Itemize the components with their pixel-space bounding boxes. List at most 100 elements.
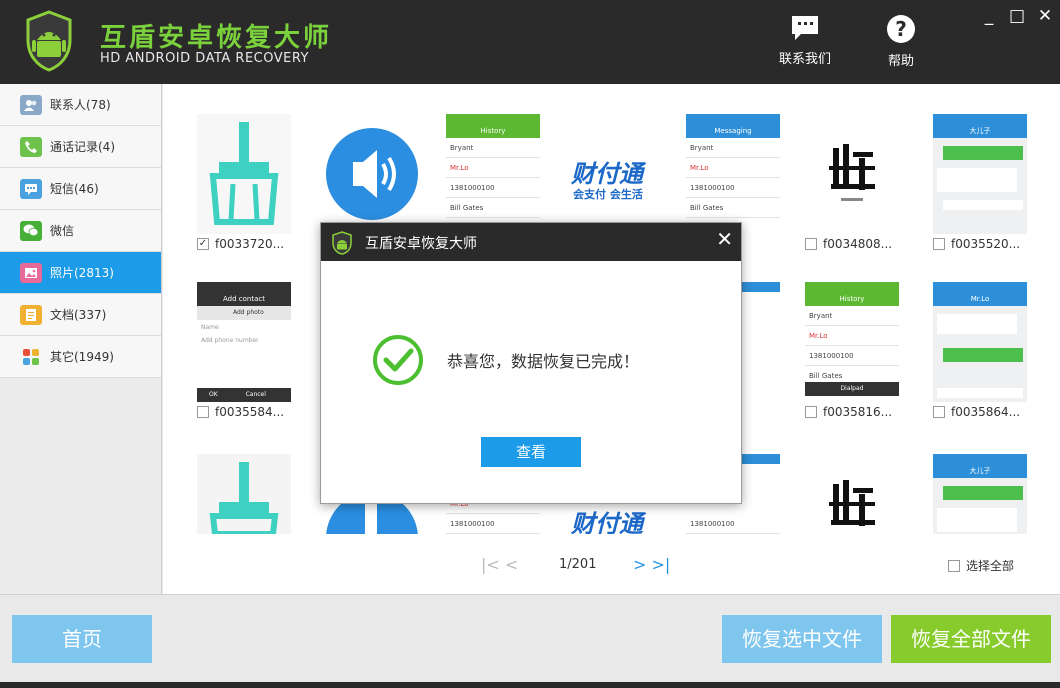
thumbnail-checkbox[interactable] xyxy=(805,238,817,250)
thumbnail-item[interactable]: Messaging Bryant Mr.Lo 1381000100 Bill G… xyxy=(686,114,806,234)
history-title: History xyxy=(446,124,540,138)
android-shield-logo-icon xyxy=(332,231,352,255)
history-title: History xyxy=(805,292,899,306)
contact-row: Mr.Lo xyxy=(805,326,899,346)
footer-bar: 首页 恢复选中文件 恢复全部文件 xyxy=(0,594,1060,688)
close-window-button[interactable]: ✕ xyxy=(1034,6,1056,26)
sidebar-item-documents[interactable]: 文档(337) xyxy=(0,294,161,336)
thumbnail-filename: f0035816... xyxy=(823,405,893,419)
thumbnail-item[interactable]: 财付通 会支付 会生活 xyxy=(565,114,685,234)
chat-screenshot: Mr.Lo xyxy=(933,282,1027,402)
brand-main-text: 财付通 xyxy=(571,510,643,534)
messaging-screenshot: Messaging Bryant Mr.Lo 1381000100 Bill G… xyxy=(686,114,780,234)
pagination: |< < 1/201 > >| 选择全部 xyxy=(163,555,1060,577)
calligraphy-logo-image xyxy=(805,114,899,234)
thumbnail-item[interactable]: Add contact Add photo Name Add phone num… xyxy=(197,282,317,419)
dialog-header: 互盾安卓恢复大师 ✕ xyxy=(321,223,741,261)
dialpad-label: Dialpad xyxy=(805,382,899,396)
app-header: 互盾安卓恢复大师 HD ANDROID DATA RECOVERY 联系我们 ?… xyxy=(0,0,1060,84)
bottom-strip xyxy=(0,682,1060,688)
thumbnail-checkbox[interactable]: ✓ xyxy=(197,238,209,250)
thumbnail-item[interactable] xyxy=(325,114,445,234)
thumbnail-filename: f0033720... xyxy=(215,237,285,251)
contact-row: Mr.Lo xyxy=(686,158,780,178)
next-page-button[interactable]: > >| xyxy=(633,555,670,574)
prev-page-button[interactable]: |< < xyxy=(481,555,518,574)
select-all-toggle[interactable]: 选择全部 xyxy=(948,557,1014,574)
sidebar-item-wechat[interactable]: 微信 xyxy=(0,210,161,252)
contact-row: Bryant xyxy=(446,138,540,158)
sidebar-item-label: 文档(337) xyxy=(50,308,107,322)
minimize-button[interactable]: _ xyxy=(978,6,1000,26)
dialog-message: 恭喜您，数据恢复已完成！ xyxy=(447,352,640,371)
home-button[interactable]: 首页 xyxy=(12,615,152,663)
page-indicator: 1/201 xyxy=(559,557,597,572)
select-all-label: 选择全部 xyxy=(966,559,1015,573)
thumbnail-item[interactable]: f0034808... xyxy=(805,114,925,251)
document-icon xyxy=(20,304,42,325)
recover-all-button[interactable]: 恢复全部文件 xyxy=(891,615,1051,663)
broom-image xyxy=(197,454,291,534)
thumbnail-item[interactable]: 大儿子 xyxy=(933,454,1053,534)
thumbnail-item[interactable]: History Bryant Mr.Lo 1381000100 Bill Gat… xyxy=(805,282,925,419)
sidebar-item-sms[interactable]: 短信(46) xyxy=(0,168,161,210)
sidebar-item-label: 微信 xyxy=(50,224,75,238)
sidebar-item-label: 其它(1949) xyxy=(50,350,114,364)
chat-title: 大儿子 xyxy=(933,124,1027,138)
thumbnail-checkbox[interactable] xyxy=(197,406,209,418)
sidebar-item-label: 照片(2813) xyxy=(50,266,114,280)
sidebar-item-call-log[interactable]: 通话记录(4) xyxy=(0,126,161,168)
thumbnail-item[interactable] xyxy=(805,454,925,534)
brand-sub-text: 会支付 会生活 xyxy=(573,188,643,201)
thumbnail-checkbox[interactable] xyxy=(933,406,945,418)
thumbnail-filename: f0035584... xyxy=(215,405,285,419)
sidebar-item-label: 通话记录(4) xyxy=(50,140,115,154)
maximize-button[interactable]: □ xyxy=(1006,6,1028,26)
wechat-icon xyxy=(20,220,42,241)
thumbnail-item[interactable]: History Bryant Mr.Lo 1381000100 Bill Gat… xyxy=(446,114,566,234)
chat-bubble-icon xyxy=(792,16,818,40)
contact-row: 1381000100 xyxy=(446,514,540,534)
thumbnail-item[interactable]: Mr.Lo f0035864... xyxy=(933,282,1053,419)
thumbnail-filename: f0035520... xyxy=(951,237,1021,251)
chat-title: Mr.Lo xyxy=(933,292,1027,306)
thumbnail-filename: f0035864... xyxy=(951,405,1021,419)
history-screenshot: History Bryant Mr.Lo 1381000100 Bill Gat… xyxy=(805,282,899,402)
calligraphy-logo-image xyxy=(805,454,899,534)
sidebar-item-photos[interactable]: 照片(2813) xyxy=(0,252,161,294)
help-question-icon: ? xyxy=(887,15,915,43)
contact-row: Bill Gates xyxy=(446,198,540,218)
success-check-icon xyxy=(373,335,423,385)
broom-image xyxy=(197,114,291,234)
thumbnail-checkbox[interactable] xyxy=(933,238,945,250)
app-subtitle: HD ANDROID DATA RECOVERY xyxy=(100,51,309,66)
add-contact-title: Add contact xyxy=(197,292,291,306)
recovery-complete-dialog: 互盾安卓恢复大师 ✕ 恭喜您，数据恢复已完成！ 查看 xyxy=(320,222,742,504)
view-button[interactable]: 查看 xyxy=(481,437,581,467)
contact-row: 1381000100 xyxy=(446,178,540,198)
select-all-checkbox[interactable] xyxy=(948,559,960,572)
sidebar-item-other[interactable]: 其它(1949) xyxy=(0,336,161,378)
sidebar-item-contacts[interactable]: 联系人(78) xyxy=(0,84,161,126)
svg-text:?: ? xyxy=(895,17,907,41)
thumbnail-item[interactable] xyxy=(197,454,317,534)
contacts-icon xyxy=(20,94,42,115)
category-sidebar: 联系人(78) 通话记录(4) 短信(46) 微信 照片(2813) 文档(33… xyxy=(0,84,162,594)
chat-title: 大儿子 xyxy=(933,464,1027,478)
android-shield-logo-icon xyxy=(26,10,72,72)
photo-icon xyxy=(20,262,42,283)
sms-icon xyxy=(20,178,42,199)
add-phone-label: Add phone number xyxy=(201,337,259,344)
contact-row: Bill Gates xyxy=(686,198,780,218)
thumbnail-checkbox[interactable] xyxy=(805,406,817,418)
thumbnail-item[interactable]: ✓ f0033720... xyxy=(197,114,317,251)
contact-us-button[interactable]: 联系我们 xyxy=(770,14,840,74)
thumbnail-filename: f0034808... xyxy=(823,237,893,251)
help-button[interactable]: ? 帮助 xyxy=(866,14,936,74)
add-contact-screenshot: Add contact Add photo Name Add phone num… xyxy=(197,282,291,402)
ok-label: OK xyxy=(209,391,218,398)
dialog-close-button[interactable]: ✕ xyxy=(716,227,733,251)
recover-selected-button[interactable]: 恢复选中文件 xyxy=(722,615,882,663)
name-field-label: Name xyxy=(201,324,219,331)
thumbnail-item[interactable]: 大儿子 f0035520... xyxy=(933,114,1053,251)
